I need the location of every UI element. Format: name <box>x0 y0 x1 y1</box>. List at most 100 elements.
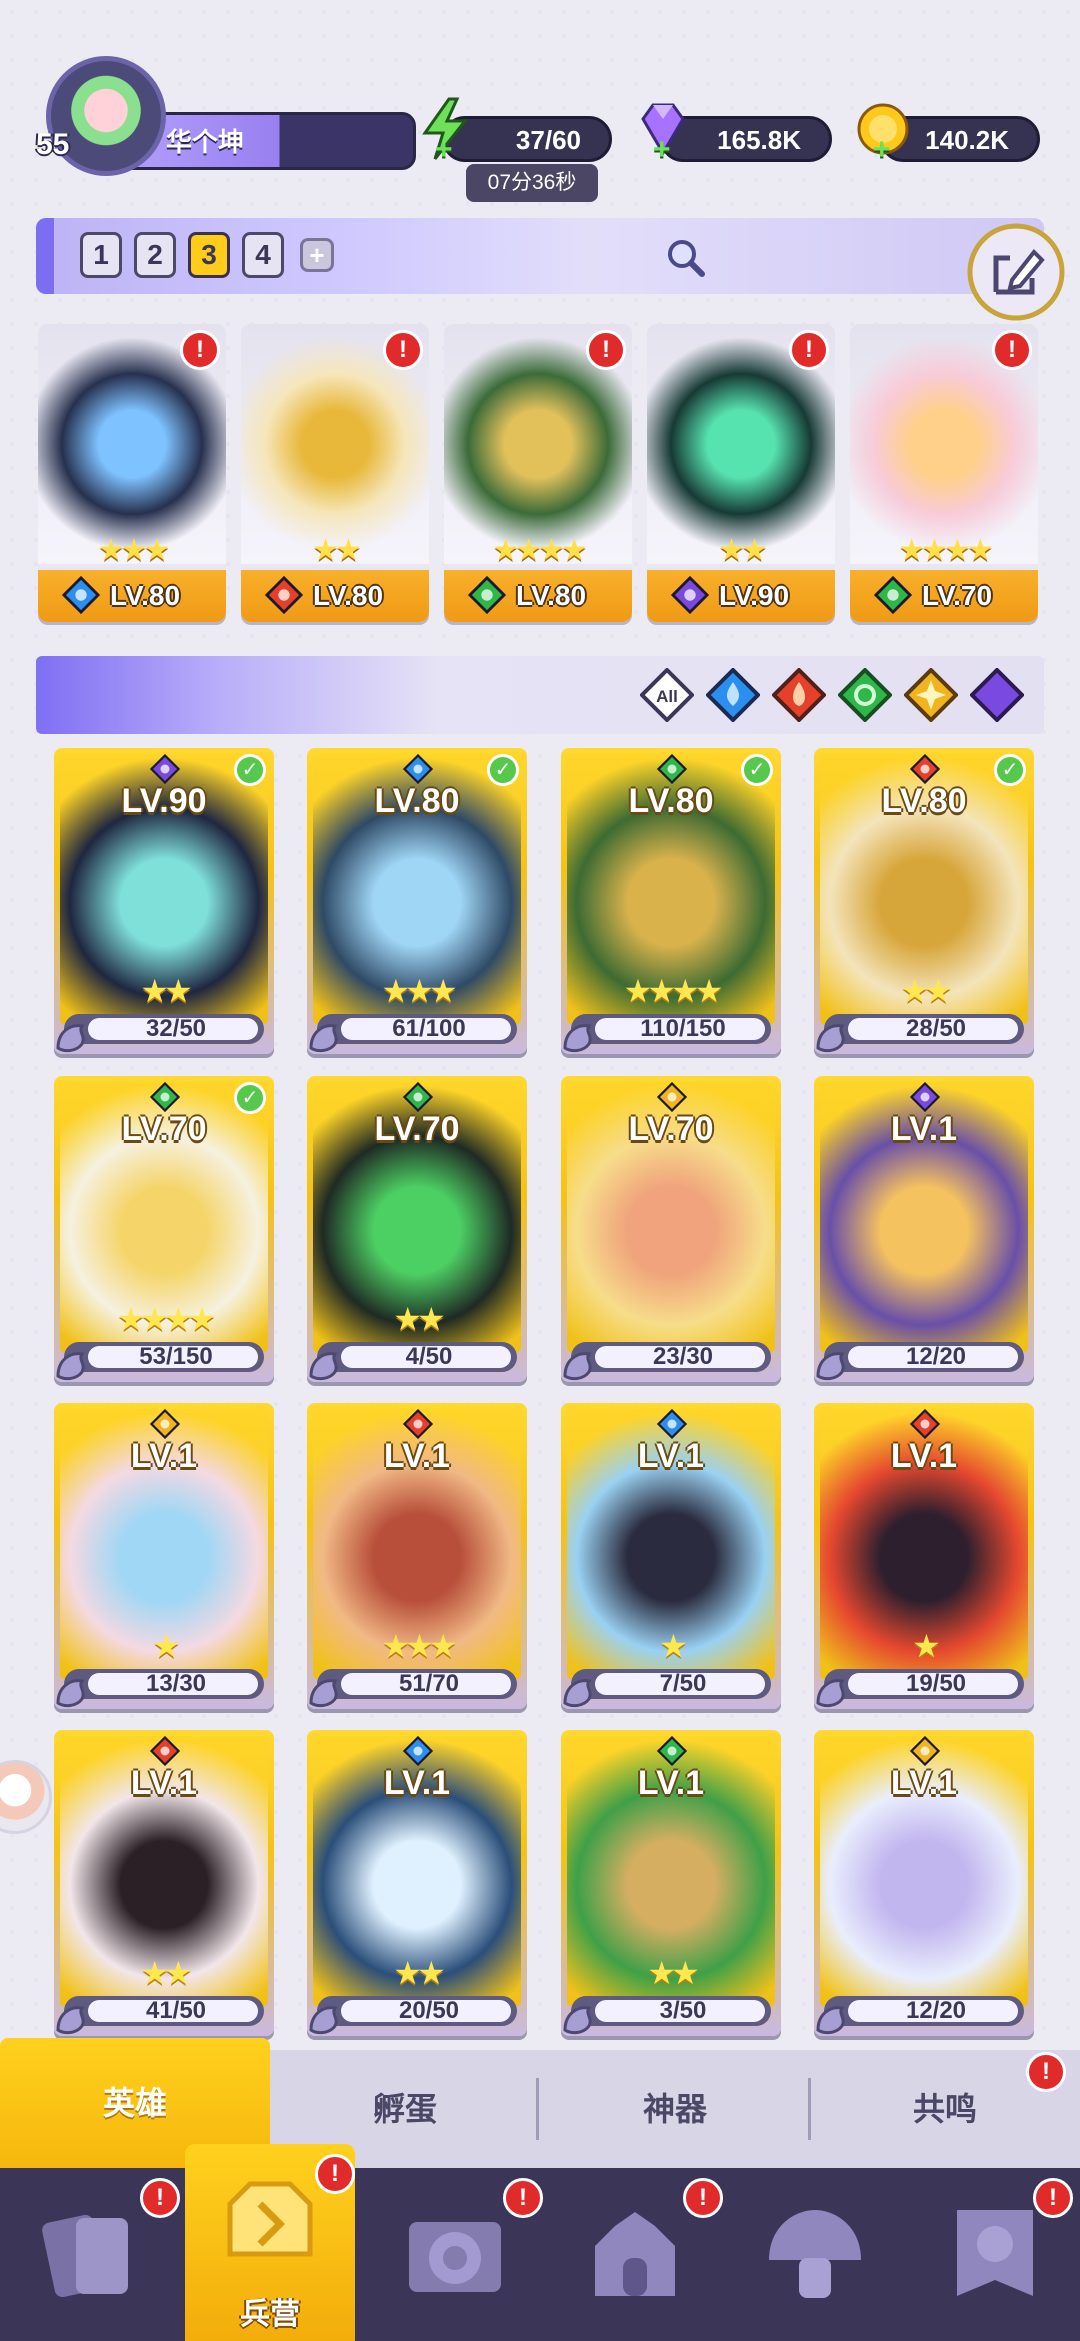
hero-card[interactable]: LV.1 ★ 19/50 <box>814 1403 1034 1709</box>
castle-icon <box>595 2212 675 2296</box>
edit-team-icon[interactable] <box>966 222 1066 322</box>
light-element-icon <box>656 1081 688 1113</box>
hero-stars: ★★ <box>900 973 952 1009</box>
hero-level: LV.70 <box>121 1110 207 1148</box>
team-tab-3[interactable]: 3 <box>188 232 230 278</box>
dark-element-icon <box>909 1081 941 1113</box>
hero-element <box>402 1408 434 1440</box>
hero-level: LV.1 <box>130 1764 198 1802</box>
element-filter-bar: All <box>36 656 1044 734</box>
hero-card[interactable]: LV.1 ★★ 20/50 <box>307 1730 527 2036</box>
hero-shard-count: 51/70 <box>398 1670 460 1697</box>
search-icon[interactable] <box>664 236 706 278</box>
shard-icon <box>56 1024 85 1053</box>
hero-level: LV.1 <box>890 1764 958 1802</box>
nav-cards[interactable]: ! <box>0 2168 180 2341</box>
nav-barracks[interactable]: 兵营 ! <box>185 2144 355 2341</box>
team-tab-2[interactable]: 2 <box>134 232 176 278</box>
hero-stars: ★★★ <box>381 1628 457 1664</box>
team-hero-card[interactable]: ★★ LV.80 ! <box>241 324 429 622</box>
hero-card[interactable]: ✓ LV.90 ★★ 32/50 <box>54 748 274 1054</box>
filter-dark-icon[interactable] <box>970 668 1024 722</box>
hero-element <box>873 575 913 615</box>
team-tab-4[interactable]: 4 <box>242 232 284 278</box>
hero-element <box>264 575 304 615</box>
shard-icon <box>563 2006 592 2035</box>
filter-wind-icon[interactable] <box>838 668 892 722</box>
cards-icon <box>42 2214 128 2298</box>
hero-card[interactable]: LV.1 ★ 13/30 <box>54 1403 274 1709</box>
hero-card[interactable]: LV.1 ★★★ 51/70 <box>307 1403 527 1709</box>
team-hero-card[interactable]: ★★★★ LV.70 ! <box>850 324 1038 622</box>
wind-element-icon <box>149 1081 181 1113</box>
hero-shard-progress: 110/150 <box>571 1014 771 1044</box>
energy-plus-icon[interactable]: + <box>435 133 453 167</box>
nav-scroll[interactable]: ! <box>365 2168 545 2341</box>
hero-shard-progress: 41/50 <box>64 1996 264 2026</box>
coin-plus-icon[interactable]: + <box>873 133 891 167</box>
hero-card[interactable]: ✓ LV.70 ★★★★ 53/150 <box>54 1076 274 1382</box>
shard-icon <box>816 2006 845 2035</box>
gem-counter[interactable]: + 165.8K <box>641 103 832 166</box>
hero-level: LV.90 <box>719 580 790 611</box>
nav-banner[interactable]: ! <box>905 2168 1080 2341</box>
filter-all-icon[interactable]: All <box>640 668 694 722</box>
shard-icon <box>56 1352 85 1381</box>
team-hero-card[interactable]: ★★★★ LV.80 ! <box>444 324 632 622</box>
hero-card[interactable]: ✓ LV.80 ★★★ 61/100 <box>307 748 527 1054</box>
hero-stars: ★★★★ <box>116 1301 217 1337</box>
hero-level: LV.1 <box>637 1437 705 1475</box>
hero-element <box>149 1408 181 1440</box>
hero-card[interactable]: LV.1 ★★ 3/50 <box>561 1730 781 2036</box>
hero-shard-progress: 23/30 <box>571 1342 771 1372</box>
hero-card[interactable]: LV.1 ★ 7/50 <box>561 1403 781 1709</box>
filter-water-icon[interactable] <box>706 668 760 722</box>
hero-level: LV.1 <box>637 1764 705 1802</box>
nav-mushroom[interactable] <box>725 2168 905 2341</box>
add-team-button[interactable]: + <box>300 238 334 272</box>
hero-element <box>909 753 941 785</box>
filter-fire-icon[interactable] <box>772 668 826 722</box>
shard-icon <box>309 2006 338 2035</box>
hero-element <box>656 1735 688 1767</box>
gem-plus-icon[interactable]: + <box>653 133 671 167</box>
team-hero-card[interactable]: ★★ LV.90 ! <box>647 324 835 622</box>
hero-shard-count: 110/150 <box>640 1015 726 1042</box>
hero-shard-count: 61/100 <box>392 1015 466 1042</box>
hero-element <box>467 575 507 615</box>
hero-shard-count: 19/50 <box>905 1670 967 1697</box>
hero-stars: ★★★★ <box>898 534 994 567</box>
fire-element-icon <box>149 1735 181 1767</box>
hero-shard-progress: 20/50 <box>317 1996 517 2026</box>
hero-shard-progress: 28/50 <box>824 1014 1024 1044</box>
energy-counter[interactable]: + 37/60 <box>422 97 612 166</box>
tab-artifacts[interactable]: 神器 <box>540 2050 810 2168</box>
water-element-icon <box>61 575 101 615</box>
team-hero-card[interactable]: ★★★ LV.80 ! <box>38 324 226 622</box>
hero-card[interactable]: LV.1 ★★ 41/50 <box>54 1730 274 2036</box>
hero-element <box>670 575 710 615</box>
hero-card[interactable]: LV.70 ★★ 4/50 <box>307 1076 527 1382</box>
team-tab-1[interactable]: 1 <box>80 232 122 278</box>
mushroom-icon <box>769 2210 861 2298</box>
wind-element-icon <box>873 575 913 615</box>
nav-barracks-label: 兵营 <box>240 2297 300 2332</box>
filter-light-icon[interactable] <box>904 668 958 722</box>
hero-stars: ★ <box>659 1628 688 1664</box>
energy-timer: 07分36秒 <box>466 164 598 202</box>
hero-card[interactable]: LV.70 23/30 <box>561 1076 781 1382</box>
hero-card[interactable]: LV.1 12/20 <box>814 1076 1034 1382</box>
hero-card[interactable]: LV.1 12/20 <box>814 1730 1034 2036</box>
hero-element <box>656 753 688 785</box>
hero-card[interactable]: ✓ LV.80 ★★ 28/50 <box>814 748 1034 1054</box>
hero-level: LV.70 <box>374 1110 460 1148</box>
hero-card[interactable]: ✓ LV.80 ★★★★ 110/150 <box>561 748 781 1054</box>
hero-level: LV.1 <box>383 1764 451 1802</box>
player-profile[interactable]: 55 华个坤 <box>36 56 416 176</box>
hero-level: LV.80 <box>628 782 714 820</box>
hero-level: LV.1 <box>383 1437 451 1475</box>
nav-castle[interactable]: ! <box>545 2168 725 2341</box>
hero-level: LV.70 <box>922 580 993 611</box>
coin-counter[interactable]: + 140.2K <box>857 103 1040 166</box>
wind-element-icon <box>402 1081 434 1113</box>
